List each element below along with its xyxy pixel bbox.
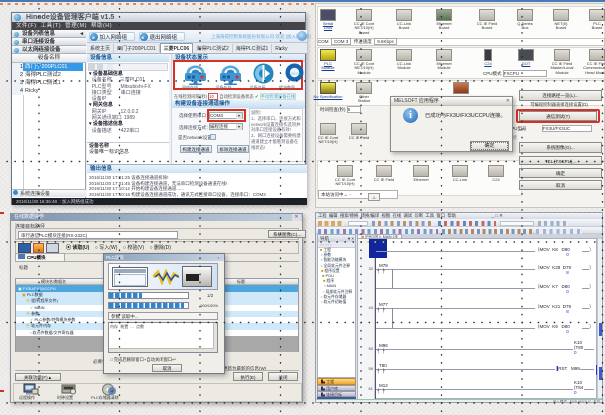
svg-text:100%: 100% <box>290 71 301 76</box>
